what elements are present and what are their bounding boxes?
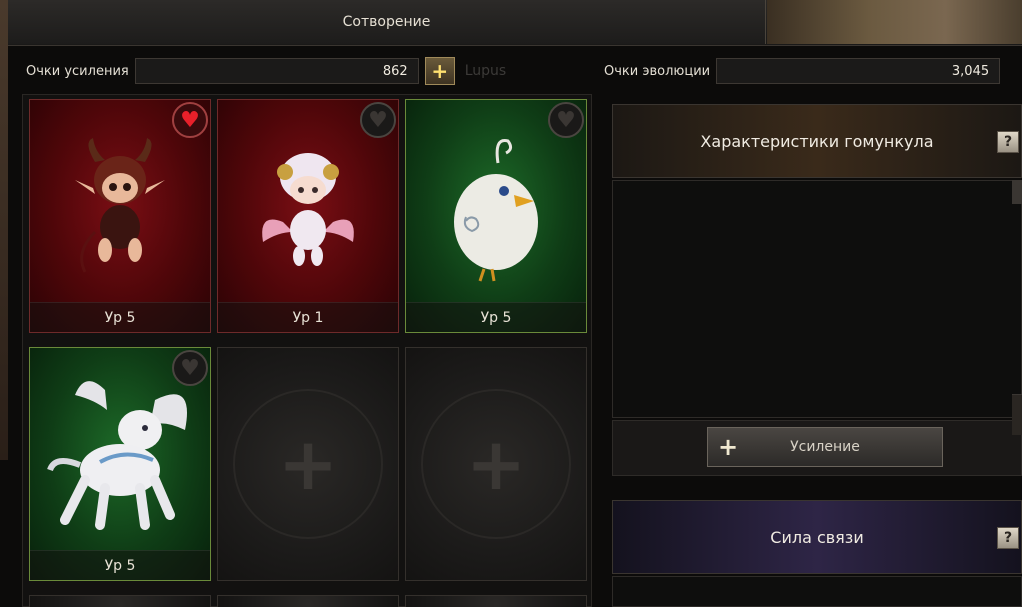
homunculus-card-angel[interactable]: ♥ Ур 1 bbox=[217, 99, 399, 333]
tab-creation[interactable]: Сотворение bbox=[8, 0, 766, 44]
card-level-label: Ур 5 bbox=[30, 550, 210, 580]
favorite-heart-icon[interactable]: ♥ bbox=[360, 102, 396, 138]
evolution-points-row: Очки эволюции 3,045 bbox=[604, 56, 1001, 86]
favorite-heart-icon[interactable]: ♥ bbox=[172, 102, 208, 138]
help-glyph: ? bbox=[1003, 530, 1013, 546]
evolution-points-label: Очки эволюции bbox=[604, 63, 711, 79]
scrollbar-up-arrow[interactable] bbox=[1012, 180, 1022, 204]
empty-slot[interactable]: + bbox=[405, 347, 587, 581]
homunculus-card-pegasus[interactable]: ♥ Ур 5 bbox=[29, 347, 211, 581]
heart-glyph: ♥ bbox=[368, 107, 388, 133]
bond-strength-area bbox=[612, 576, 1022, 607]
homunculus-stats-header: Характеристики гомункула ? bbox=[612, 104, 1022, 178]
left-frame-edge bbox=[0, 0, 8, 460]
favorite-heart-icon[interactable]: ♥ bbox=[548, 102, 584, 138]
plus-icon: + bbox=[431, 59, 449, 83]
empty-slot-partial[interactable] bbox=[405, 595, 587, 607]
enhance-points-field: 862 bbox=[134, 58, 419, 84]
empty-slot[interactable]: + bbox=[217, 347, 399, 581]
enhance-points-row: Очки усиления 862 + Lupus bbox=[26, 56, 506, 86]
enhance-bar: + Усиление bbox=[612, 420, 1022, 476]
card-level-label: Ур 5 bbox=[30, 302, 210, 332]
enhance-button[interactable]: + Усиление bbox=[707, 427, 943, 467]
heart-glyph: ♥ bbox=[180, 107, 200, 133]
demon-imp-icon bbox=[75, 137, 165, 273]
homunculus-card-chick[interactable]: ♥ Ур 5 bbox=[405, 99, 587, 333]
enhance-points-label: Очки усиления bbox=[26, 63, 129, 79]
angel-sheep-icon bbox=[262, 152, 354, 266]
white-chick-icon bbox=[454, 138, 538, 282]
evolution-points-field: 3,045 bbox=[716, 58, 1001, 84]
homunculus-stats-area bbox=[612, 180, 1022, 418]
bond-strength-title: Сила связи bbox=[770, 527, 864, 547]
homunculus-stats-title: Характеристики гомункула bbox=[700, 131, 934, 151]
add-enhance-points-button[interactable]: + bbox=[424, 57, 455, 85]
tab-creation-label: Сотворение bbox=[342, 14, 431, 30]
heart-glyph: ♥ bbox=[180, 355, 200, 381]
bond-strength-header: Сила связи ? bbox=[612, 500, 1022, 574]
background-name-text: Lupus bbox=[464, 63, 507, 79]
card-level-label: Ур 5 bbox=[406, 302, 586, 332]
homunculus-card-demon[interactable]: ♥ Ур 5 bbox=[29, 99, 211, 333]
evolution-points-value: 3,045 bbox=[951, 63, 990, 79]
card-level-label: Ур 1 bbox=[218, 302, 398, 332]
top-tab-bar: Сотворение bbox=[0, 0, 1022, 46]
help-glyph: ? bbox=[1003, 134, 1013, 150]
homunculus-info-panel: Характеристики гомункула ? + Усиление Си… bbox=[612, 104, 1022, 607]
help-icon[interactable]: ? bbox=[997, 131, 1019, 153]
empty-slot-partial[interactable] bbox=[29, 595, 211, 607]
tab-secondary[interactable] bbox=[767, 0, 1022, 44]
add-slot-icon: + bbox=[465, 422, 527, 506]
enhance-points-value: 862 bbox=[382, 63, 408, 79]
right-frame-edge bbox=[1012, 395, 1022, 435]
enhance-button-label: Усиление bbox=[790, 439, 860, 455]
plus-icon: + bbox=[717, 433, 739, 461]
add-slot-icon: + bbox=[277, 422, 339, 506]
empty-slot-partial[interactable] bbox=[217, 595, 399, 607]
favorite-heart-icon[interactable]: ♥ bbox=[172, 350, 208, 386]
heart-glyph: ♥ bbox=[556, 107, 576, 133]
help-icon[interactable]: ? bbox=[997, 527, 1019, 549]
pegasus-icon bbox=[47, 380, 187, 530]
homunculus-card-grid: ♥ Ур 5 ♥ Ур 1 ♥ Ур 5 ♥ Ур 5 + + bbox=[22, 94, 592, 607]
